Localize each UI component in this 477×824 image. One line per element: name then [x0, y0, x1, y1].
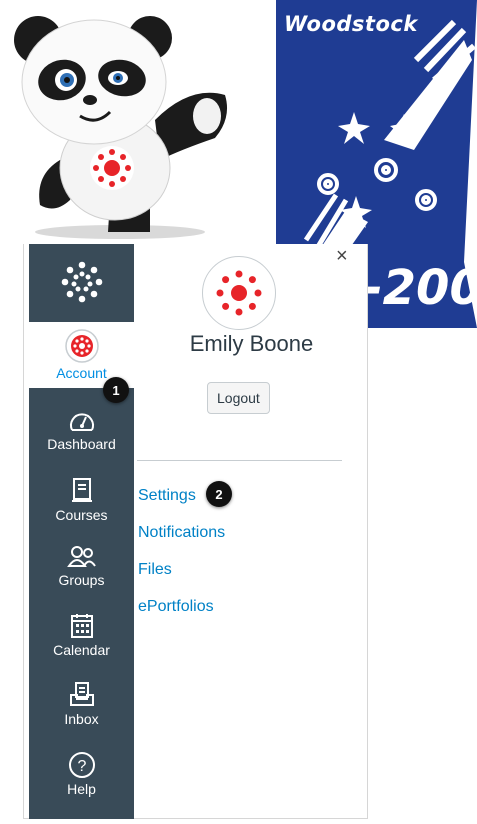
canvas-logo-link[interactable]: [29, 244, 134, 320]
svg-text:?: ?: [77, 758, 86, 775]
dashboard-icon: [69, 413, 94, 431]
nav-label-account: Account: [56, 365, 107, 381]
logo-word: Woodstock: [284, 12, 418, 36]
nav-item-groups[interactable]: Groups: [29, 544, 134, 588]
files-link[interactable]: Files: [138, 561, 172, 579]
nav-label-groups: Groups: [58, 572, 105, 588]
nav-item-inbox[interactable]: Inbox: [29, 681, 134, 727]
canvas-logo-icon: [61, 261, 102, 303]
close-icon[interactable]: ×: [336, 246, 348, 266]
eportfolios-link[interactable]: ePortfolios: [138, 598, 214, 616]
nav-label-dashboard: Dashboard: [47, 436, 116, 452]
global-navigation: Account Dashboard Courses Groups Calenda…: [29, 244, 134, 819]
notifications-link[interactable]: Notifications: [138, 524, 225, 542]
calendar-icon: [70, 614, 93, 638]
user-avatar-icon: [64, 329, 99, 363]
nav-label-calendar: Calendar: [53, 642, 110, 658]
nav-label-courses: Courses: [55, 507, 108, 523]
nav-item-help[interactable]: ? Help: [29, 751, 134, 797]
groups-icon: [66, 546, 96, 567]
user-name: Emily Boone: [189, 331, 314, 356]
canvas-app: Account Dashboard Courses Groups Calenda…: [23, 244, 368, 819]
callout-badge-2: 2: [206, 481, 232, 507]
divider: [137, 460, 342, 461]
panda-mascot: [0, 0, 240, 240]
inbox-icon: [69, 682, 94, 706]
canvas-avatar-icon: [216, 270, 262, 316]
courses-icon: [71, 478, 92, 502]
nav-item-courses[interactable]: Courses: [29, 477, 134, 523]
callout-badge-1: 1: [103, 377, 129, 403]
nav-label-inbox: Inbox: [64, 711, 99, 727]
logout-button[interactable]: Logout: [207, 382, 270, 414]
help-icon: ?: [68, 752, 95, 778]
settings-link[interactable]: Settings: [138, 487, 196, 505]
nav-label-help: Help: [67, 781, 96, 797]
profile-avatar: [202, 256, 276, 330]
nav-item-dashboard[interactable]: Dashboard: [29, 408, 134, 452]
nav-item-calendar[interactable]: Calendar: [29, 612, 134, 658]
